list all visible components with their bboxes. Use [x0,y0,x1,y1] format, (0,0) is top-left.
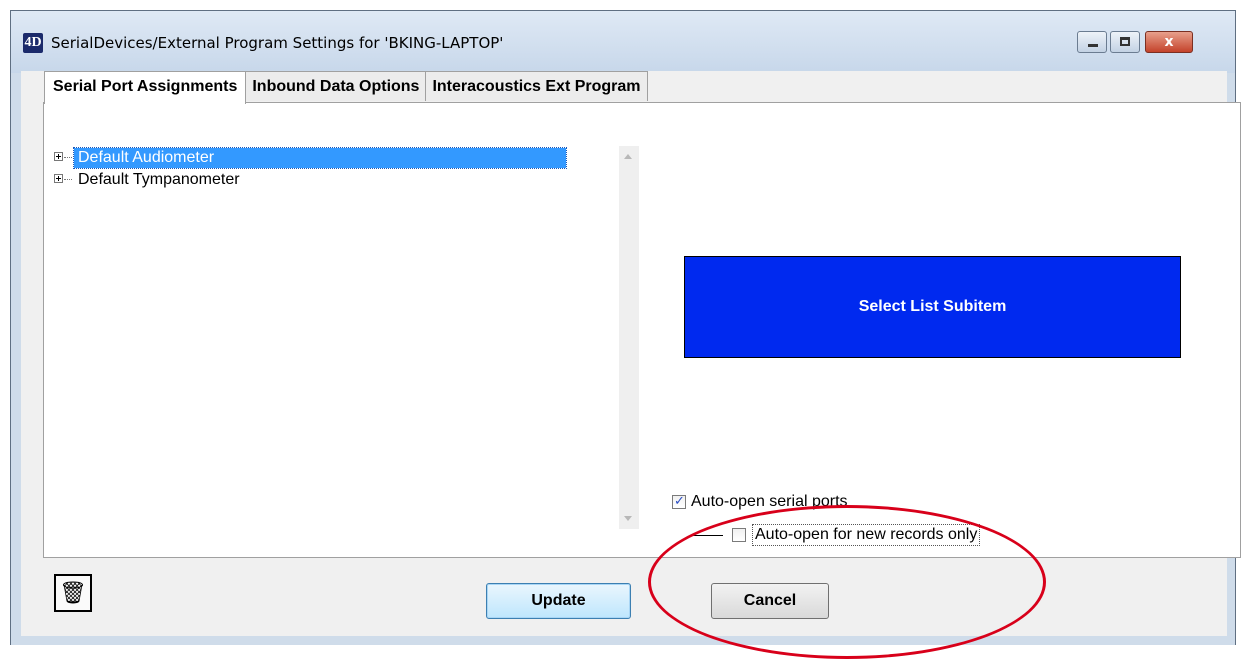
window-title: SerialDevices/External Program Settings … [51,34,504,52]
auto-open-new-records-checkbox[interactable] [732,528,746,542]
maximize-button[interactable] [1110,31,1140,53]
tab-panel: Default Audiometer Default Tympanometer … [43,102,1241,558]
tree-scrollbar[interactable] [619,146,639,529]
option-connector-line [693,535,723,536]
dialog-client-area: Serial Port Assignments Inbound Data Opt… [21,71,1241,659]
cancel-button[interactable]: Cancel [711,583,829,619]
auto-open-serial-ports-checkbox[interactable] [672,491,686,513]
scroll-down-arrow-icon[interactable] [624,516,632,521]
title-bar[interactable]: 4D SerialDevices/External Program Settin… [11,11,1235,73]
scroll-up-arrow-icon[interactable] [624,154,632,159]
device-tree[interactable]: Default Audiometer Default Tympanometer [54,147,614,528]
expand-icon[interactable] [54,174,63,183]
maximize-icon [1120,37,1130,46]
settings-window: 4D SerialDevices/External Program Settin… [10,10,1241,659]
tab-serial-port-assignments[interactable]: Serial Port Assignments [44,71,247,104]
minimize-button[interactable] [1077,31,1107,53]
tree-item-label: Default Audiometer [73,147,567,169]
tree-item-label: Default Tympanometer [78,171,240,188]
close-button[interactable]: x [1145,31,1193,53]
tree-connector [64,157,72,158]
delete-button[interactable]: 🗑 [54,574,92,612]
close-icon: x [1164,34,1174,50]
tree-connector [64,179,72,180]
tab-strip: Serial Port Assignments Inbound Data Opt… [44,71,648,104]
tab-inbound-data-options[interactable]: Inbound Data Options [245,71,427,101]
minimize-icon [1088,44,1098,47]
app-icon: 4D [23,33,43,53]
expand-icon[interactable] [54,152,63,161]
auto-open-serial-ports-label[interactable]: Auto-open serial ports [691,491,848,513]
tab-interacoustics-ext-program[interactable]: Interacoustics Ext Program [425,71,648,101]
trash-icon: 🗑 [59,580,87,605]
update-button[interactable]: Update [486,583,631,619]
auto-open-new-records-label[interactable]: Auto-open for new records only [752,524,981,546]
select-list-subitem-banner: Select List Subitem [684,256,1181,358]
